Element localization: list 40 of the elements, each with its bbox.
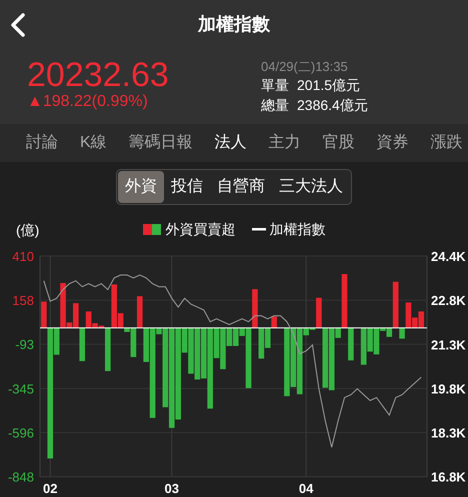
menu-tab[interactable]: 資券 (376, 131, 409, 155)
axis-label: 02 (43, 481, 58, 496)
segment-tab[interactable]: 自營商 (210, 171, 272, 203)
price-change: ▲198.22(0.99%) (27, 92, 149, 112)
segment-tab[interactable]: 三大法人 (272, 171, 350, 203)
axis-label: 03 (164, 481, 179, 496)
axis-label: 04 (298, 481, 314, 496)
segment-tab[interactable]: 外資 (118, 171, 164, 203)
axis-label: -848 (8, 470, 34, 485)
total-label: 總量 (261, 96, 289, 115)
volume-label: 單量 (261, 76, 289, 95)
total-value: 2386.4億元 (297, 96, 368, 115)
menu-tab[interactable]: 漲跌 (430, 131, 463, 155)
legend-label: 加權指數 (270, 220, 326, 238)
menu-tab[interactable]: K線 (80, 131, 107, 155)
axis-label: 21.3K (431, 337, 466, 352)
bar-legend-icon (142, 224, 162, 234)
legend-label: 外資買賣超 (166, 220, 236, 238)
axis-label: 16.8K (431, 470, 466, 485)
menu-tab[interactable]: 討論 (26, 131, 58, 155)
menu-tab[interactable]: 法人 (214, 131, 247, 155)
axis-label: 24.4K (431, 249, 466, 264)
axis-label: -345 (8, 381, 34, 396)
unit-label: (億) (16, 221, 40, 240)
axis-label: 410 (12, 249, 34, 264)
axis-label: 19.8K (431, 381, 466, 396)
menu-tab[interactable]: 官股 (322, 131, 355, 155)
volume-value: 201.5億元 (297, 76, 360, 95)
axis-label: -93 (15, 337, 34, 352)
page-title: 加權指數 (198, 12, 270, 36)
axis-label: 158 (12, 293, 34, 308)
segment-tab[interactable]: 投信 (164, 171, 210, 203)
back-icon[interactable] (10, 13, 26, 37)
menu-tab[interactable]: 主力 (268, 131, 301, 155)
menu-tab[interactable]: 籌碼日報 (128, 131, 193, 155)
axis-label: -596 (8, 426, 34, 440)
axis-label: 18.3K (431, 426, 466, 441)
axis-label: 22.8K (431, 293, 466, 308)
quote-time: 04/29(二)13:35 (261, 58, 349, 75)
index-price: 20232.63 (27, 58, 169, 92)
